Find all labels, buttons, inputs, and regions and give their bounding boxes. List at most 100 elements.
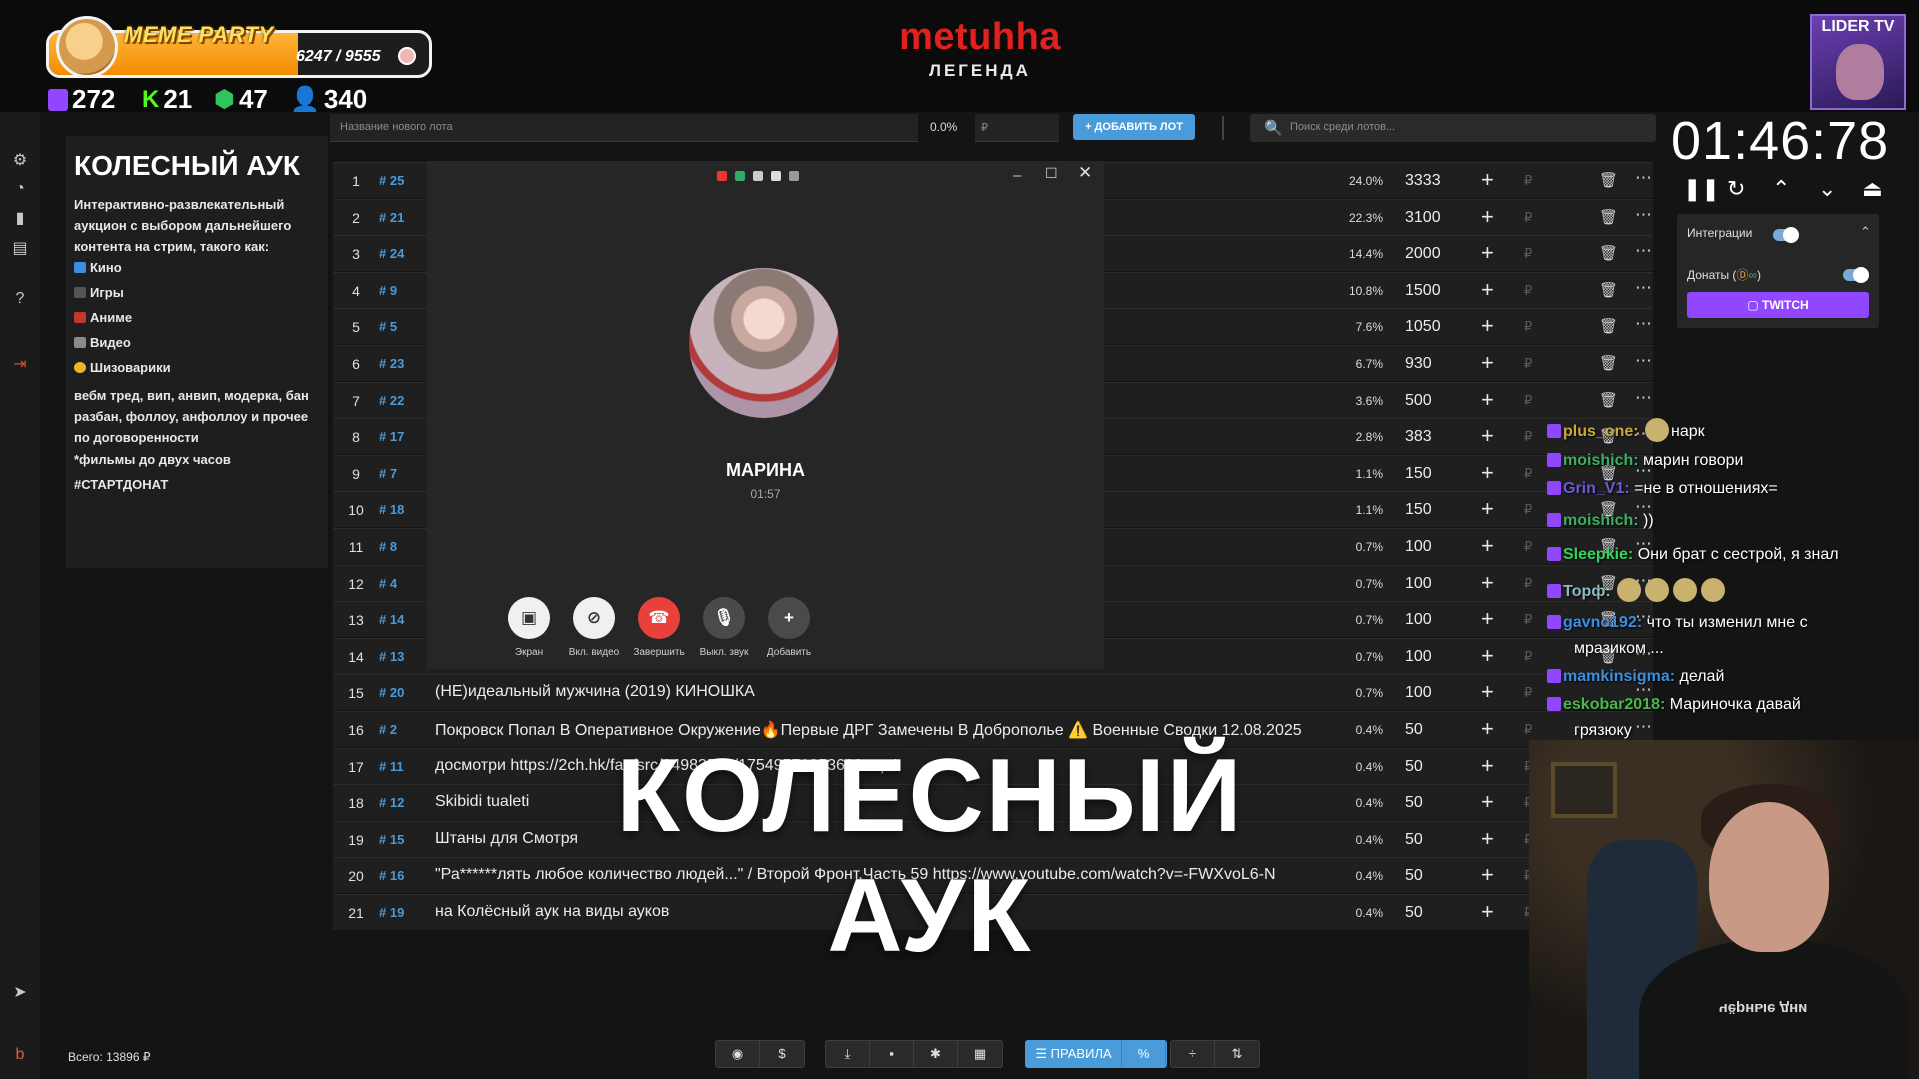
chat-username[interactable]: gavno192: <box>1563 614 1642 631</box>
more-icon[interactable]: ⋯ <box>1635 205 1652 225</box>
lot-amount[interactable]: 100 <box>1405 575 1432 593</box>
lot-amount[interactable]: 150 <box>1405 501 1432 519</box>
screen-share-button[interactable]: ▣ <box>508 597 550 639</box>
add-amount-icon[interactable]: + <box>1481 313 1494 339</box>
add-amount-icon[interactable]: + <box>1481 460 1494 486</box>
timer-down-icon[interactable]: ⌄ <box>1818 176 1836 202</box>
minimize-icon[interactable]: – <box>1013 167 1021 184</box>
add-amount-icon[interactable]: + <box>1481 899 1494 925</box>
percent-button[interactable]: % <box>1122 1041 1166 1067</box>
maximize-icon[interactable]: ☐ <box>1045 165 1058 182</box>
stats-icon[interactable]: ▮ <box>9 208 31 230</box>
bug-icon[interactable]: ✱ <box>914 1041 958 1067</box>
chat-username[interactable]: moishich: <box>1563 512 1639 529</box>
help-icon[interactable]: ? <box>9 288 31 310</box>
video-toggle-button[interactable]: ⊘ <box>573 597 615 639</box>
more-icon[interactable]: ⋯ <box>1635 388 1652 408</box>
more-icon[interactable]: ⋯ <box>1635 168 1652 188</box>
lot-amount[interactable]: 930 <box>1405 355 1432 373</box>
add-amount-icon[interactable]: + <box>1481 753 1494 779</box>
rules-button[interactable]: ☰ ПРАВИЛА <box>1026 1041 1122 1067</box>
chat-username[interactable]: Grin_V1: <box>1563 480 1630 497</box>
add-amount-icon[interactable]: + <box>1481 277 1494 303</box>
lot-amount[interactable]: 2000 <box>1405 245 1441 263</box>
wheel-icon[interactable]: ◔ <box>9 178 31 200</box>
boosty-icon[interactable]: b <box>9 1044 31 1066</box>
add-amount-icon[interactable]: + <box>1481 423 1494 449</box>
trash-icon[interactable]: 🗑 <box>1599 391 1618 409</box>
lot-amount[interactable]: 3333 <box>1405 172 1441 190</box>
pause-icon[interactable]: ❚❚ <box>1683 176 1720 202</box>
sort-icon[interactable]: ⇅ <box>1215 1041 1259 1067</box>
more-icon[interactable]: ⋯ <box>1635 278 1652 298</box>
add-amount-icon[interactable]: + <box>1481 826 1494 852</box>
lot-amount[interactable]: 383 <box>1405 428 1432 446</box>
lot-amount[interactable]: 1050 <box>1405 318 1441 336</box>
add-amount-icon[interactable]: + <box>1481 716 1494 742</box>
divide-icon[interactable]: ÷ <box>1171 1041 1215 1067</box>
add-amount-icon[interactable]: + <box>1481 643 1494 669</box>
telegram-icon[interactable]: ➤ <box>9 982 31 1004</box>
add-amount-icon[interactable]: + <box>1481 533 1494 559</box>
chat-username[interactable]: eskobar2018: <box>1563 696 1665 713</box>
reset-icon[interactable]: ↻ <box>1727 176 1745 202</box>
lot-amount[interactable]: 1500 <box>1405 282 1441 300</box>
close-icon[interactable]: ✕ <box>1078 163 1092 183</box>
trash-icon[interactable]: 🗑 <box>1599 354 1618 372</box>
lot-amount[interactable]: 500 <box>1405 392 1432 410</box>
more-icon[interactable]: ⋯ <box>1635 241 1652 261</box>
new-lot-amount-input[interactable]: ₽ <box>975 114 1059 142</box>
chat-username[interactable]: mamkinsigma: <box>1563 668 1675 685</box>
call-window[interactable]: – ☐ ✕ МАРИНА 01:57 ▣ ⊘ ☎ 🎙 + Экран Вкл. … <box>427 161 1104 669</box>
twitch-integration-button[interactable]: ▢ TWITCH <box>1687 292 1869 318</box>
add-amount-icon[interactable]: + <box>1481 789 1494 815</box>
donations-toggle[interactable] <box>1843 267 1869 283</box>
trash-icon[interactable]: 🗑 <box>1599 244 1618 262</box>
add-amount-icon[interactable]: + <box>1481 387 1494 413</box>
add-amount-icon[interactable]: + <box>1481 167 1494 193</box>
timer-up-icon[interactable]: ⌃ <box>1772 176 1790 202</box>
add-participant-button[interactable]: + <box>768 597 810 639</box>
chat-username[interactable]: Торф: <box>1563 583 1611 600</box>
lot-amount[interactable]: 3100 <box>1405 209 1441 227</box>
end-call-button[interactable]: ☎ <box>638 597 680 639</box>
chat-username[interactable]: plus_one: <box>1563 423 1639 440</box>
add-lot-button[interactable]: + ДОБАВИТЬ ЛОТ <box>1073 114 1195 140</box>
logout-icon[interactable]: ⇥ <box>9 354 31 376</box>
save-icon[interactable]: ▪ <box>870 1041 914 1067</box>
download-icon[interactable]: ⤓ <box>826 1041 870 1067</box>
more-icon[interactable]: ⋯ <box>1635 314 1652 334</box>
lot-name[interactable]: (НЕ)идеальный мужчина (2019) КИНОШКА <box>435 683 1657 701</box>
lot-row[interactable]: 15 # 20 (НЕ)идеальный мужчина (2019) КИНОШ… <box>333 674 1653 711</box>
more-icon[interactable]: ⋯ <box>1635 351 1652 371</box>
add-amount-icon[interactable]: + <box>1481 606 1494 632</box>
collapse-icon[interactable]: ⏏ <box>1862 176 1883 202</box>
add-amount-icon[interactable]: + <box>1481 240 1494 266</box>
lot-amount[interactable]: 100 <box>1405 684 1432 702</box>
trash-icon[interactable]: 🗑 <box>1599 281 1618 299</box>
new-lot-input[interactable]: Название нового лота <box>330 114 918 142</box>
chat-username[interactable]: Sleepkie: <box>1563 546 1633 563</box>
trash-icon[interactable]: 🗑 <box>1599 208 1618 226</box>
github-icon[interactable]: ◉ <box>716 1041 760 1067</box>
settings-icon[interactable]: ⚙ <box>9 150 31 172</box>
dollar-icon[interactable]: $ <box>760 1041 804 1067</box>
add-amount-icon[interactable]: + <box>1481 350 1494 376</box>
trash-icon[interactable]: 🗑 <box>1599 171 1618 189</box>
lot-search-input[interactable]: Поиск среди лотов... <box>1250 114 1656 142</box>
add-amount-icon[interactable]: + <box>1481 204 1494 230</box>
lot-amount[interactable]: 100 <box>1405 611 1432 629</box>
add-amount-icon[interactable]: + <box>1481 496 1494 522</box>
lot-amount[interactable]: 100 <box>1405 538 1432 556</box>
chevron-up-icon[interactable]: ⌃ <box>1860 224 1871 240</box>
clear-icon[interactable]: ▦ <box>958 1041 1002 1067</box>
more-icon[interactable]: ⋯ <box>1635 717 1652 737</box>
integrations-toggle[interactable] <box>1773 227 1799 243</box>
mute-button[interactable]: 🎙 <box>703 597 745 639</box>
trash-icon[interactable]: 🗑 <box>1599 317 1618 335</box>
add-amount-icon[interactable]: + <box>1481 570 1494 596</box>
add-amount-icon[interactable]: + <box>1481 679 1494 705</box>
add-amount-icon[interactable]: + <box>1481 862 1494 888</box>
lot-amount[interactable]: 100 <box>1405 648 1432 666</box>
clipboard-icon[interactable]: ▤ <box>9 238 31 260</box>
